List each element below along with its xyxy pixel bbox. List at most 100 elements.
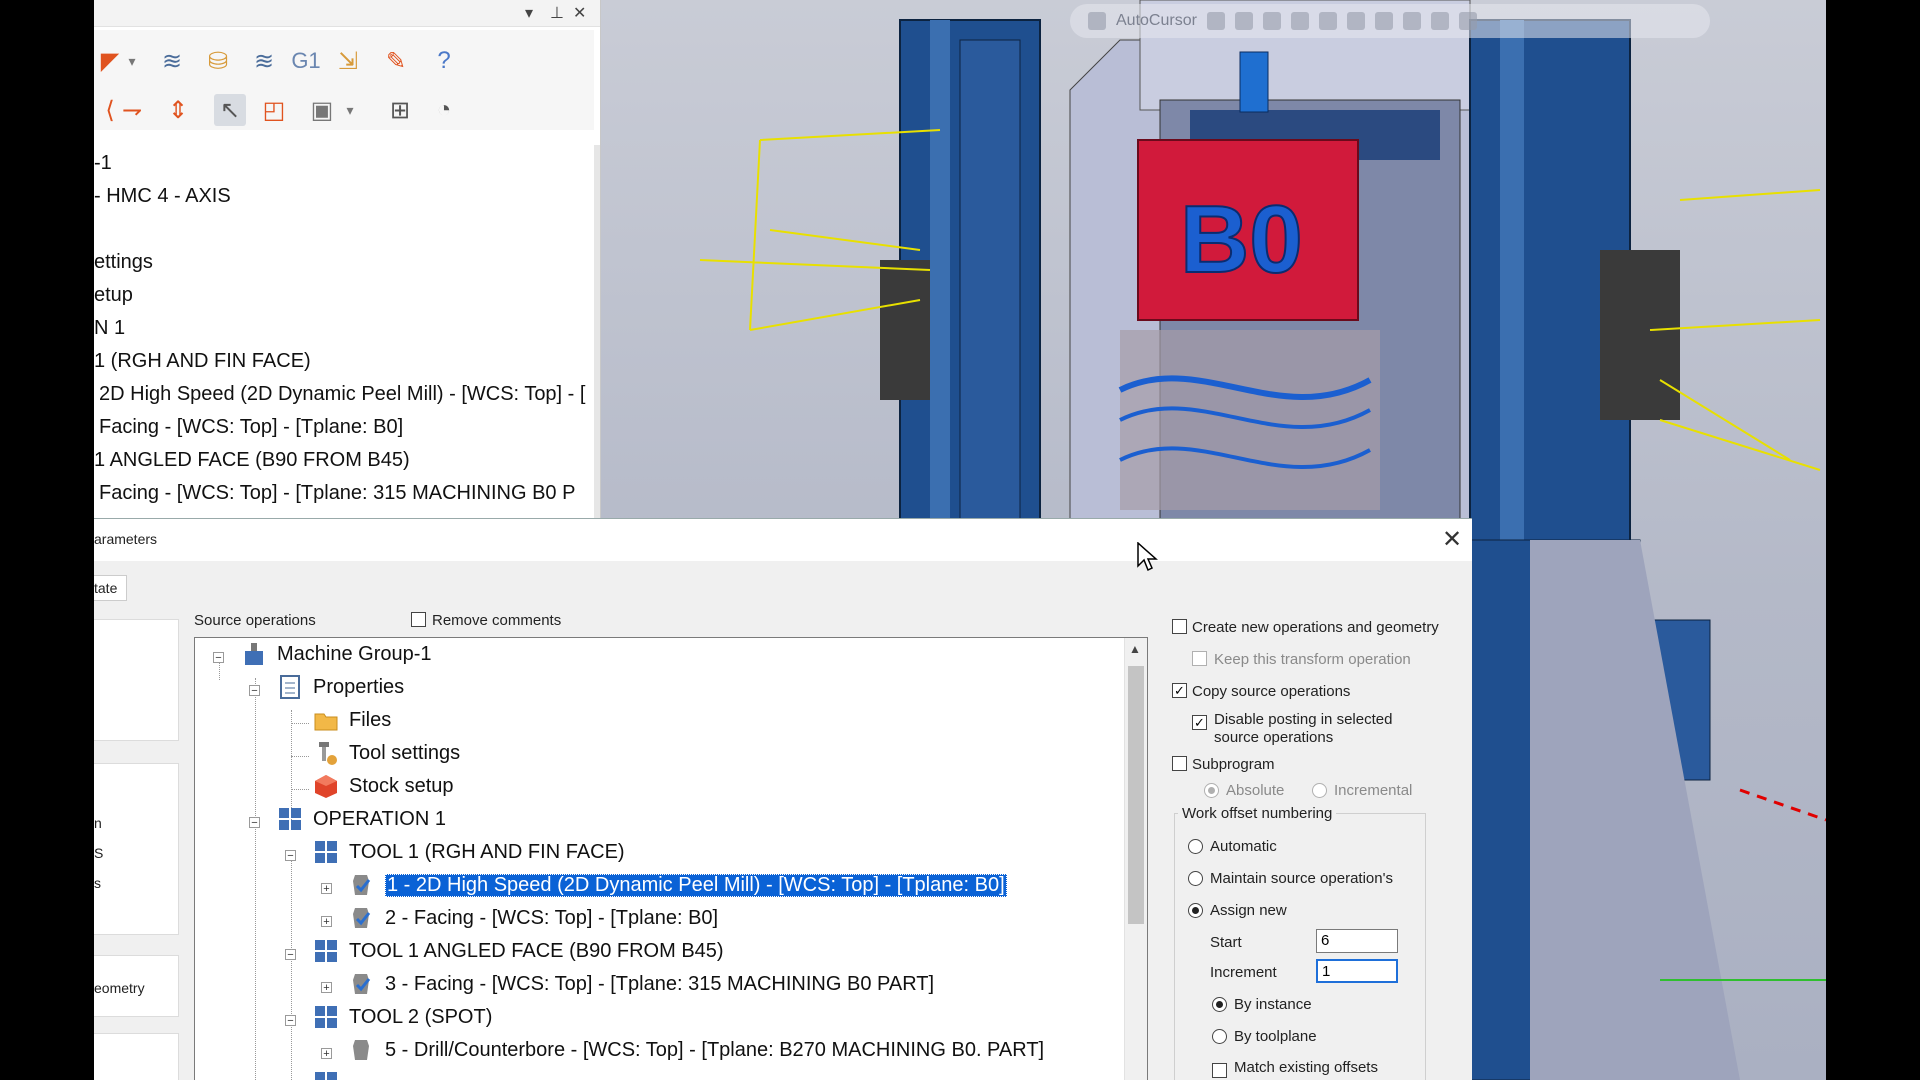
tree-row[interactable]: -1 (94, 152, 112, 175)
remove-comments-label[interactable]: Remove comments (432, 612, 561, 629)
tree-row[interactable]: 1 ANGLED FACE (B90 FROM B45) (94, 449, 410, 472)
collapse-icon[interactable]: − (285, 1015, 296, 1027)
source-operations-tree[interactable]: − Machine Group-1 − Properties Files Too… (194, 637, 1148, 1080)
verify-icon[interactable]: ⛁ (202, 45, 234, 77)
maintain-label[interactable]: Maintain source operation's (1210, 870, 1393, 887)
select-body-icon[interactable] (1402, 12, 1421, 30)
copy-source-checkbox[interactable]: ✓ (1172, 683, 1187, 698)
left-option-label[interactable]: S (94, 845, 103, 861)
automatic-label[interactable]: Automatic (1210, 838, 1277, 855)
tree-row-tool-group[interactable]: − TOOL 2 (SPOT) (195, 1003, 1095, 1033)
tree-row[interactable]: ettings (94, 251, 153, 274)
tree-row-operation[interactable]: + 3 - Facing - [WCS: Top] - [Tplane: 315… (195, 970, 1095, 1000)
tree-row-files[interactable]: Files (195, 706, 1095, 736)
start-input[interactable]: 6 (1316, 929, 1398, 953)
tree-scrollbar[interactable]: ▲ (1124, 638, 1147, 1080)
select-solid-icon[interactable] (1346, 12, 1365, 30)
copy-source-label[interactable]: Copy source operations (1192, 683, 1350, 700)
left-option-label[interactable]: s (94, 875, 101, 891)
regenerate-icon[interactable]: ≋ (156, 45, 188, 77)
tab-rotate[interactable]: tate (94, 575, 127, 601)
tree-row-tool-group[interactable] (195, 1069, 1095, 1080)
clear-selection-icon[interactable] (1430, 12, 1449, 30)
create-new-label[interactable]: Create new operations and geometry (1192, 619, 1439, 636)
tree-row-tool-settings[interactable]: Tool settings (195, 739, 1095, 769)
maintain-radio[interactable] (1188, 871, 1203, 886)
tree-row[interactable]: Facing - [WCS: Top] - [Tplane: 315 MACHI… (99, 482, 575, 505)
left-option-label[interactable]: n (94, 815, 102, 831)
expand-icon[interactable]: + (321, 916, 332, 928)
tree-row[interactable]: N 1 (94, 317, 125, 340)
select-window-icon[interactable] (1290, 12, 1309, 30)
create-new-checkbox[interactable] (1172, 619, 1187, 634)
sphere-icon[interactable]: ◔ (428, 94, 460, 126)
tree-row[interactable]: 1 (RGH AND FIN FACE) (94, 350, 311, 373)
tree-row-operation-selected[interactable]: + 1 - 2D High Speed (2D Dynamic Peel Mil… (195, 871, 1095, 901)
remove-comments-checkbox[interactable] (411, 612, 426, 627)
by-instance-radio[interactable] (1212, 997, 1227, 1012)
disable-posting-label[interactable]: Disable posting in selected (1214, 711, 1392, 728)
backplot-icon[interactable]: ≋ (248, 45, 280, 77)
close-icon[interactable]: ✕ (1442, 525, 1462, 554)
autocursor-icon[interactable] (1088, 12, 1106, 30)
snap-icon[interactable] (1234, 12, 1253, 30)
incremental-label[interactable]: Incremental (1334, 782, 1412, 799)
tree-row-operation[interactable]: + 2 - Facing - [WCS: Top] - [Tplane: B0] (195, 904, 1095, 934)
xyz-icon[interactable] (1206, 12, 1225, 30)
help-icon[interactable]: ? (428, 45, 460, 77)
select-chain-icon[interactable] (1318, 12, 1337, 30)
select-face-icon[interactable] (1374, 12, 1393, 30)
transform-icon[interactable]: ⇁ (116, 94, 148, 126)
collapse-icon[interactable]: − (285, 949, 296, 961)
render-icon[interactable]: ⊞ (384, 94, 416, 126)
settings-gear-icon[interactable] (1458, 12, 1477, 30)
tree-row[interactable]: - HMC 4 - AXIS (94, 185, 231, 208)
autocursor-label[interactable]: AutoCursor (1116, 12, 1197, 30)
select-arrow-icon[interactable] (1262, 12, 1281, 30)
close-icon[interactable]: ✕ (573, 3, 586, 23)
tree-row-machine-group[interactable]: − Machine Group-1 (195, 640, 1095, 670)
absolute-radio[interactable] (1204, 783, 1219, 798)
keep-transform-checkbox[interactable] (1192, 651, 1207, 666)
tree-row[interactable]: 2D High Speed (2D Dynamic Peel Mill) - [… (99, 383, 585, 406)
manager-splitter[interactable] (594, 145, 600, 518)
tree-row-stock-setup[interactable]: Stock setup (195, 772, 1095, 802)
increment-input[interactable]: 1 (1316, 959, 1398, 983)
match-existing-checkbox[interactable] (1212, 1063, 1227, 1078)
disable-posting-checkbox[interactable]: ✓ (1192, 715, 1207, 730)
by-toolplane-radio[interactable] (1212, 1029, 1227, 1044)
edit-icon[interactable]: ✎ (380, 45, 412, 77)
collapse-icon[interactable]: − (249, 685, 260, 697)
tree-row-tool-group[interactable]: − TOOL 1 (RGH AND FIN FACE) (195, 838, 1095, 868)
automatic-radio[interactable] (1188, 839, 1203, 854)
dropdown-icon[interactable]: ▾ (525, 3, 533, 23)
tree-row[interactable]: Facing - [WCS: Top] - [Tplane: B0] (99, 416, 403, 439)
tree-row-properties[interactable]: − Properties (195, 673, 1095, 703)
subprogram-checkbox[interactable] (1172, 756, 1187, 771)
by-toolplane-label[interactable]: By toolplane (1234, 1028, 1317, 1045)
expand-icon[interactable]: + (321, 982, 332, 994)
disable-posting-label-2[interactable]: source operations (1214, 729, 1333, 746)
collapse-icon[interactable]: − (213, 652, 224, 664)
pin-icon[interactable]: ⊥ (550, 3, 564, 23)
match-existing-label[interactable]: Match existing offsets (1234, 1059, 1378, 1076)
tree-row[interactable]: etup (94, 284, 133, 307)
keep-transform-label[interactable]: Keep this transform operation (1214, 651, 1411, 668)
expand-icon[interactable]: + (321, 883, 332, 895)
scrollbar-thumb[interactable] (1128, 666, 1144, 924)
move-up-down-icon[interactable]: ⇕ (162, 94, 194, 126)
by-instance-label[interactable]: By instance (1234, 996, 1312, 1013)
collapse-icon[interactable]: − (285, 850, 296, 862)
display-dropdown-icon[interactable]: ▾ (334, 94, 366, 126)
scroll-up-icon[interactable]: ▲ (1129, 642, 1141, 656)
collapse-icon[interactable]: − (249, 817, 260, 829)
tree-row-operation[interactable]: + 5 - Drill/Counterbore - [WCS: Top] - [… (195, 1036, 1095, 1066)
shapes-icon[interactable]: ◰ (258, 94, 290, 126)
tree-row-tool-group[interactable]: − TOOL 1 ANGLED FACE (B90 FROM B45) (195, 937, 1095, 967)
g1-icon[interactable]: G1 (290, 45, 322, 77)
expand-icon[interactable]: + (321, 1048, 332, 1060)
left-option-label[interactable]: eometry (94, 980, 145, 996)
assign-new-radio[interactable] (1188, 903, 1203, 918)
absolute-label[interactable]: Absolute (1226, 782, 1284, 799)
assign-new-label[interactable]: Assign new (1210, 902, 1287, 919)
